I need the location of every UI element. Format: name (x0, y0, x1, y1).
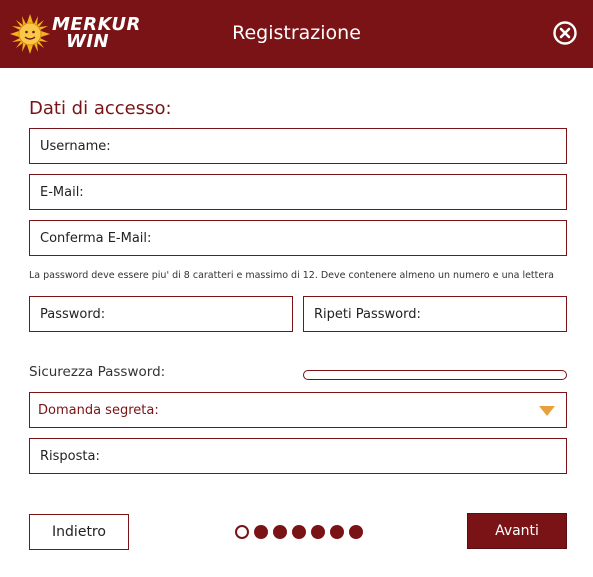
back-button[interactable]: Indietro (29, 514, 129, 550)
dialog-title: Registrazione (232, 22, 361, 44)
answer-placeholder: Risposta: (40, 448, 100, 464)
username-field[interactable]: Username: (29, 128, 567, 164)
username-placeholder: Username: (40, 138, 111, 154)
email-placeholder: E-Mail: (40, 184, 84, 200)
confirm-email-field[interactable]: Conferma E-Mail: (29, 220, 567, 256)
step-dot (311, 525, 325, 539)
password-strength-label: Sicurezza Password: (29, 364, 166, 380)
repeat-password-placeholder: Ripeti Password: (314, 306, 421, 322)
password-placeholder: Password: (40, 306, 106, 322)
confirm-email-placeholder: Conferma E-Mail: (40, 230, 152, 246)
secret-question-value: Domanda segreta: (38, 402, 159, 418)
password-field[interactable]: Password: (29, 296, 293, 332)
password-strength-meter (303, 370, 567, 380)
step-dot (273, 525, 287, 539)
dropdown-arrow-icon (539, 406, 555, 416)
header-bar: MERKUR WIN Registrazione (0, 0, 593, 68)
step-indicator (235, 525, 363, 539)
answer-field[interactable]: Risposta: (29, 438, 567, 474)
step-dot-current (235, 525, 249, 539)
password-hint: La password deve essere piu' di 8 caratt… (29, 270, 554, 281)
section-title: Dati di accesso: (29, 98, 172, 119)
step-dot (349, 525, 363, 539)
step-dot (330, 525, 344, 539)
step-dot (254, 525, 268, 539)
email-field[interactable]: E-Mail: (29, 174, 567, 210)
secret-question-select[interactable]: Domanda segreta: (29, 392, 567, 428)
repeat-password-field[interactable]: Ripeti Password: (303, 296, 567, 332)
close-icon[interactable] (552, 20, 578, 46)
next-button[interactable]: Avanti (467, 513, 567, 549)
step-dot (292, 525, 306, 539)
